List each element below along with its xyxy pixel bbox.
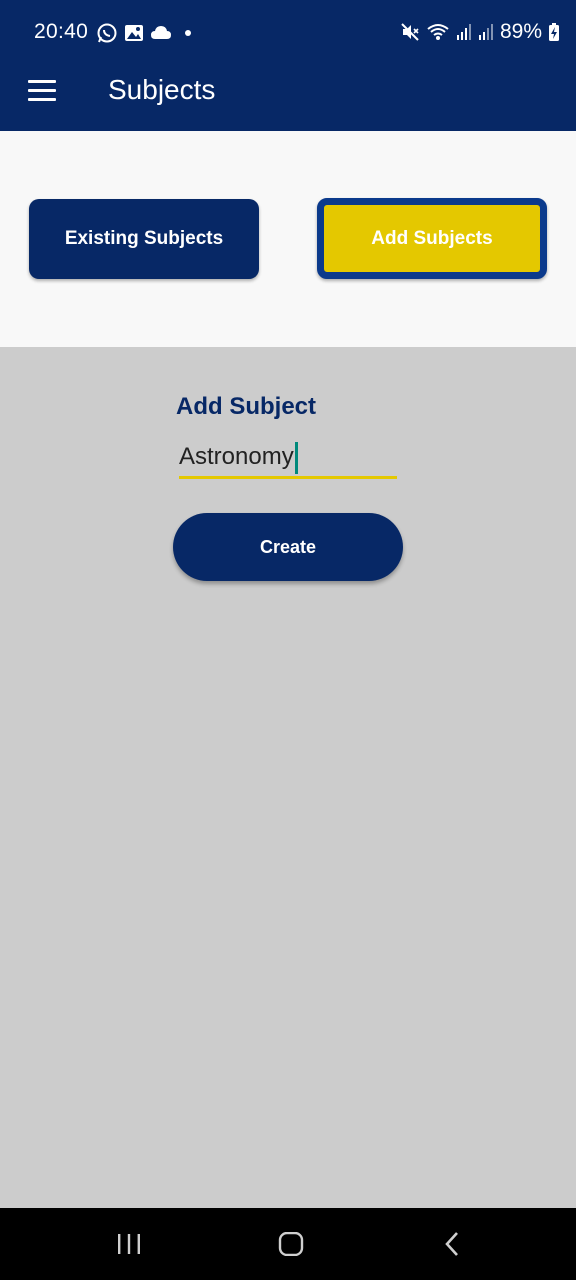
recents-icon[interactable] bbox=[116, 1232, 142, 1256]
home-icon[interactable] bbox=[278, 1232, 304, 1256]
back-icon[interactable] bbox=[442, 1230, 462, 1258]
app-bar: Subjects bbox=[0, 64, 576, 131]
existing-subjects-button[interactable]: Existing Subjects bbox=[29, 199, 259, 279]
subject-name-input[interactable]: Astronomy bbox=[179, 439, 397, 479]
status-time: 20:40 bbox=[34, 20, 89, 43]
battery-charging-icon bbox=[549, 23, 559, 41]
text-cursor bbox=[294, 441, 298, 474]
subject-mode-toggle: Existing Subjects Add Subjects bbox=[0, 131, 576, 347]
mute-icon bbox=[401, 23, 419, 41]
add-subject-label: Add Subject bbox=[176, 393, 317, 420]
system-nav-bar bbox=[0, 1208, 576, 1280]
add-subject-form: Add Subject Astronomy Create bbox=[0, 347, 576, 1208]
signal-icon bbox=[478, 24, 493, 40]
page-title: Subjects bbox=[108, 74, 216, 105]
status-notification-icons bbox=[96, 22, 194, 44]
menu-icon[interactable] bbox=[28, 80, 56, 102]
subject-input-value: Astronomy bbox=[179, 443, 294, 470]
status-system-icons: 89% bbox=[400, 20, 560, 44]
add-subjects-button[interactable]: Add Subjects bbox=[317, 198, 547, 279]
create-button[interactable]: Create bbox=[173, 513, 403, 581]
status-bar: 20:40 89% bbox=[0, 0, 576, 64]
whatsapp-icon bbox=[97, 23, 117, 43]
wifi-icon bbox=[427, 24, 449, 40]
dot-icon bbox=[185, 30, 191, 36]
cloud-icon bbox=[151, 26, 171, 39]
signal-icon bbox=[456, 24, 471, 40]
battery-percent: 89% bbox=[499, 20, 542, 43]
image-icon bbox=[125, 25, 143, 41]
